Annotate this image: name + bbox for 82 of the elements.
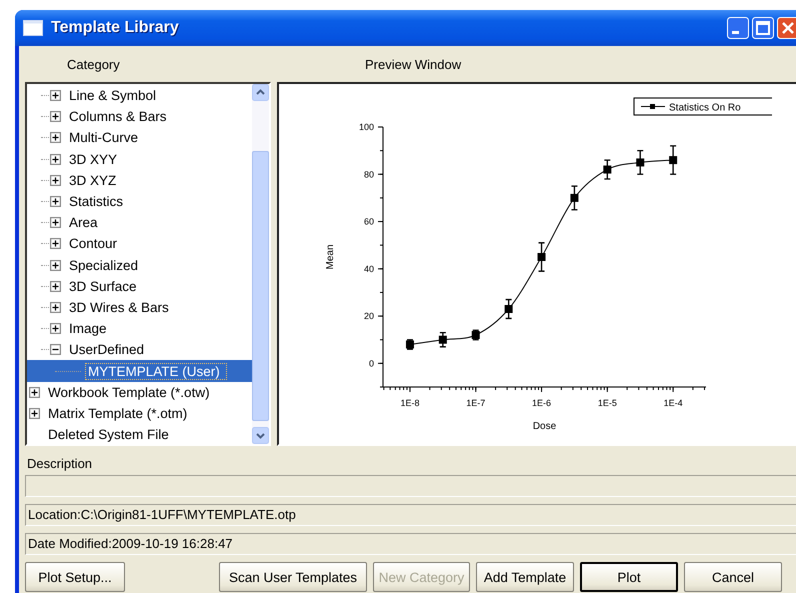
dialog-button[interactable]: Cancel — [684, 562, 782, 592]
dialog-button[interactable]: Plot Setup... — [25, 562, 125, 592]
data-point — [504, 298, 513, 320]
data-point — [472, 330, 480, 340]
data-point — [669, 145, 678, 175]
y-tick-label: 60 — [364, 216, 374, 227]
point — [538, 253, 546, 261]
tree-item[interactable]: Specialized — [67, 256, 140, 274]
expand-toggle[interactable] — [50, 238, 61, 250]
description-label: Description — [27, 456, 94, 471]
location-field: Location:C:\Origin81-1UFF\MYTEMPLATE.otp — [25, 504, 796, 526]
data-point — [636, 150, 644, 175]
tree-item[interactable]: Image — [67, 320, 109, 338]
tree-item[interactable]: Contour — [67, 235, 120, 252]
window-icon — [23, 20, 43, 36]
expand-toggle[interactable] — [50, 90, 61, 102]
y-tick-label: 20 — [364, 311, 374, 322]
expand-toggle[interactable] — [29, 408, 40, 419]
point — [504, 305, 513, 313]
point — [636, 158, 644, 166]
expand-toggle[interactable] — [50, 323, 61, 334]
expand-toggle[interactable] — [50, 174, 61, 186]
legend-label: Statistics On Ro — [669, 102, 742, 114]
tree-item[interactable]: 3D XYZ — [67, 172, 118, 189]
x-tick-label: 1E-5 — [598, 398, 617, 408]
maximize-button[interactable] — [752, 17, 774, 39]
tree-item[interactable]: Workbook Template (*.otw) — [46, 384, 212, 401]
x-axis-title: Dose — [532, 421, 556, 432]
category-heading: Category — [67, 56, 121, 72]
data-point — [570, 185, 578, 210]
x-tick-label: 1E-8 — [400, 398, 420, 408]
scrollbar[interactable] — [252, 84, 269, 444]
dialog-button[interactable]: Plot — [580, 562, 678, 592]
data-point — [406, 339, 414, 350]
preview-heading: Preview Window — [365, 56, 462, 72]
tree-item[interactable]: 3D Surface — [67, 278, 139, 295]
expand-toggle[interactable] — [29, 386, 40, 398]
tree-item[interactable]: Line & Symbol — [67, 87, 158, 104]
legend: Statistics On Ro — [634, 98, 772, 116]
expand-toggle[interactable] — [50, 217, 61, 228]
expand-toggle[interactable] — [50, 344, 61, 356]
tree-item[interactable]: Area — [67, 214, 100, 232]
date-modified-field: Date Modified:2009-10-19 16:28:47 — [25, 533, 796, 555]
data-point — [603, 159, 612, 180]
x-tick-label: 1E-7 — [466, 398, 486, 408]
expand-toggle[interactable] — [50, 302, 61, 313]
scroll-up-button[interactable] — [252, 84, 269, 101]
minimize-button[interactable] — [727, 17, 749, 39]
tree-item[interactable]: 3D XYY — [67, 150, 120, 168]
expand-toggle[interactable] — [50, 260, 61, 271]
data-point — [538, 242, 546, 272]
expand-toggle[interactable] — [50, 132, 61, 144]
expand-toggle[interactable] — [50, 154, 61, 165]
point — [570, 194, 578, 202]
dialog-button[interactable]: Add Template — [476, 562, 574, 592]
point — [669, 156, 678, 164]
dialog-button[interactable]: Scan User Templates — [219, 562, 367, 592]
expand-toggle[interactable] — [50, 111, 61, 122]
tree-item[interactable]: Multi-Curve — [67, 129, 140, 146]
tree-item[interactable]: Statistics — [67, 193, 126, 210]
point — [438, 336, 447, 344]
tree-item[interactable]: Deleted System File — [46, 426, 171, 444]
y-tick-label: 40 — [364, 264, 374, 274]
x-tick-label: 1E-4 — [664, 398, 683, 408]
point — [603, 166, 612, 174]
data-point — [438, 332, 447, 348]
tree-item[interactable]: Columns & Bars — [67, 108, 169, 126]
y-tick-label: 80 — [364, 169, 374, 180]
expand-toggle[interactable] — [50, 196, 61, 208]
tree-item[interactable]: UserDefined — [67, 341, 146, 358]
scroll-thumb[interactable] — [252, 151, 269, 421]
y-tick-label: 0 — [368, 358, 374, 368]
y-axis-title: Mean — [325, 244, 336, 270]
window-title: Template Library — [51, 19, 180, 37]
close-button[interactable] — [777, 17, 796, 39]
x-tick-label: 1E-6 — [532, 398, 552, 408]
tree-item[interactable]: Matrix Template (*.otm) — [46, 404, 190, 422]
scroll-down-button[interactable] — [252, 427, 269, 444]
expand-toggle[interactable] — [50, 280, 61, 292]
y-tick-label: 100 — [358, 122, 374, 132]
tree-item[interactable]: 3D Wires & Bars — [67, 298, 171, 316]
tree-item[interactable]: MYTEMPLATE (User) — [86, 364, 226, 379]
